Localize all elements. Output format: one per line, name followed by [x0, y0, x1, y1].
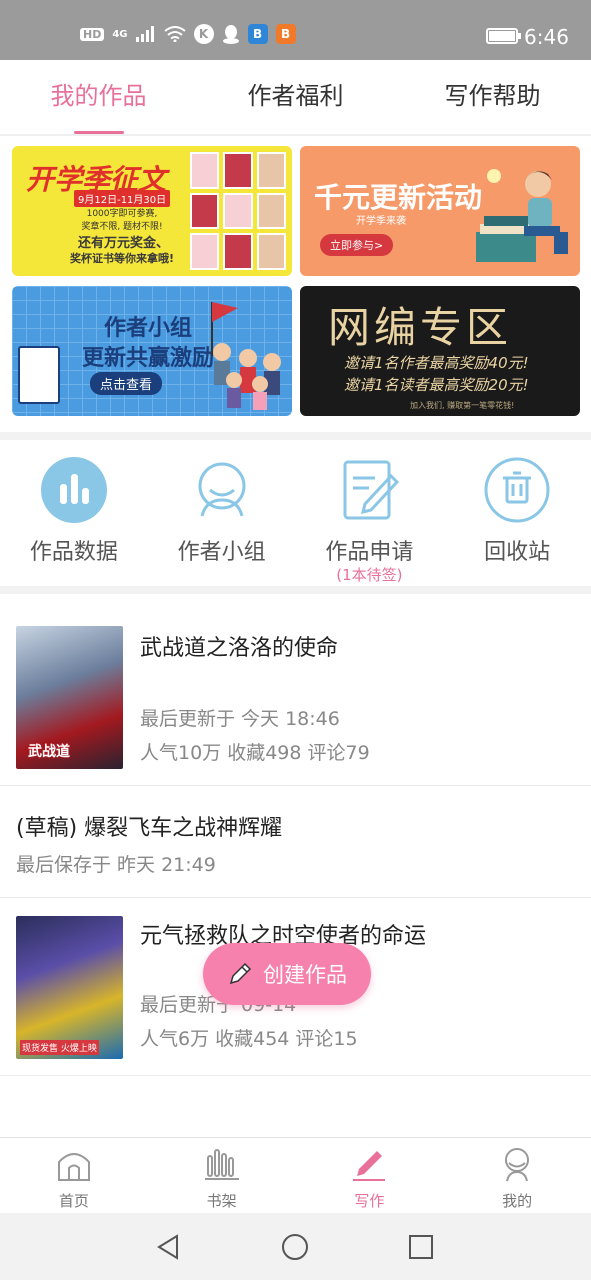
join-now-button[interactable]: 立即参与> [320, 234, 394, 256]
tab-writing-help[interactable]: 写作帮助 [394, 60, 591, 134]
banner-title: 千元更新活动 [314, 181, 483, 214]
checklist-illustration [18, 346, 60, 404]
section-divider [0, 586, 591, 594]
home-circle-icon[interactable] [281, 1233, 309, 1261]
bookshelf-icon [204, 1149, 239, 1180]
edit-document-icon [343, 460, 400, 520]
browser-app-icon: B [247, 24, 268, 44]
nav-label: 写作 [354, 1192, 385, 1210]
work-stats: 人气6万 收藏454 评论15 [140, 1028, 358, 1050]
photo [256, 192, 286, 230]
banner-rule-line: 1000字即可参赛, [86, 209, 158, 219]
banner-footer: 加入我们, 赚取第一笔零花钱! [410, 401, 515, 410]
nav-profile[interactable]: 我的 [443, 1138, 591, 1213]
quick-action-label: 作品数据 [29, 540, 118, 565]
banner-update-event[interactable]: 千元更新活动 开学季来袭 立即参与> [300, 146, 580, 276]
home-icon [57, 1153, 90, 1181]
photo [223, 192, 253, 230]
photo [190, 233, 220, 270]
status-indicators: HD 4G K B B [80, 24, 296, 44]
quick-action-label: 作品申请 [325, 540, 414, 565]
status-bar: HD 4G K B B 6:46 [0, 0, 591, 60]
photo [223, 152, 253, 189]
reading-person-illustration [476, 169, 568, 262]
nav-label: 我的 [502, 1192, 533, 1210]
pencil-icon [229, 962, 252, 985]
create-work-label: 创建作品 [263, 963, 347, 987]
work-stats: 人气10万 收藏498 评论79 [140, 742, 370, 764]
photo [256, 152, 286, 189]
quick-action-label: 作者小组 [177, 540, 266, 565]
recents-icon[interactable] [407, 1233, 435, 1261]
banner-subtitle: 开学季来袭 [356, 216, 406, 227]
banner-grid: 开学季征文 9月12日-11月30日 1000字即可参赛, 奖章不限, 题材不限… [12, 146, 580, 416]
k-app-icon: K [193, 24, 214, 44]
photo-collage [190, 152, 286, 270]
cover-title: 现货发售 火爆上映 [20, 1040, 99, 1055]
profile-icon [505, 1148, 530, 1182]
banner-reward-reader: 邀请1名读者最高奖励20元! [344, 376, 529, 394]
banner-date: 9月12日-11月30日 [74, 190, 171, 207]
video-app-icon: B [275, 24, 296, 44]
work-cover: 现货发售 火爆上映 [16, 916, 123, 1059]
work-updated: 最后更新于 今天 18:46 [140, 708, 340, 730]
quick-action-label: 回收站 [484, 540, 551, 565]
top-tabs: 我的作品 作者福利 写作帮助 [0, 60, 591, 136]
back-icon[interactable] [155, 1233, 183, 1261]
nav-home[interactable]: 首页 [0, 1138, 148, 1213]
quick-actions: 作品数据 作者小组 作品申请 (1本待签) 回收站 [0, 448, 591, 588]
banner-editor-zone[interactable]: 网编专区 邀请1名作者最高奖励40元! 邀请1名读者最高奖励20元! 加入我们,… [300, 286, 580, 416]
banner-author-group[interactable]: 作者小组 更新共赢激励 点击查看 [12, 286, 292, 416]
nav-label: 书架 [206, 1192, 237, 1210]
tab-author-benefits[interactable]: 作者福利 [197, 60, 394, 134]
photo [190, 152, 220, 189]
battery-icon [486, 28, 521, 44]
tab-my-works[interactable]: 我的作品 [0, 60, 197, 134]
quick-action-author-group[interactable]: 作者小组 [148, 448, 296, 588]
nav-label: 首页 [58, 1192, 89, 1210]
hd-indicator: HD [80, 27, 105, 41]
nav-write[interactable]: 写作 [296, 1138, 444, 1213]
view-details-button[interactable]: 点击查看 [90, 372, 163, 395]
banner-prize-sub: 奖杯证书等你来拿哦! [70, 252, 175, 265]
system-nav-bar [0, 1213, 591, 1280]
bottom-nav: 首页 书架 写作 我的 [0, 1137, 591, 1213]
work-title: (草稿) 爆裂飞车之战神辉耀 [16, 816, 283, 841]
pen-icon [353, 1151, 386, 1181]
nav-bookshelf[interactable]: 书架 [148, 1138, 296, 1213]
banner-prize: 还有万元奖金、 [78, 236, 170, 251]
clock: 6:46 [524, 25, 569, 49]
group-people-illustration [211, 302, 281, 410]
work-saved: 最后保存于 昨天 21:49 [16, 854, 216, 876]
quick-action-recycle-bin[interactable]: 回收站 [443, 448, 591, 588]
trash-icon [484, 457, 550, 523]
work-cover: 武战道 [16, 626, 123, 769]
photo [256, 233, 286, 270]
quick-action-work-application[interactable]: 作品申请 (1本待签) [296, 448, 444, 588]
work-item-draft[interactable]: (草稿) 爆裂飞车之战神辉耀 最后保存于 昨天 21:49 [0, 786, 591, 898]
network-type-indicator: 4G [112, 28, 128, 40]
banner-rules: 1000字即可参赛, 奖章不限, 题材不限! [72, 208, 172, 234]
bar-chart-icon [40, 457, 107, 523]
cover-title: 武战道 [28, 744, 70, 760]
wifi-icon [163, 26, 186, 42]
photo [190, 192, 220, 230]
section-divider [0, 432, 591, 440]
banner-back-to-school-contest[interactable]: 开学季征文 9月12日-11月30日 1000字即可参赛, 奖章不限, 题材不限… [12, 146, 292, 276]
quick-action-work-data[interactable]: 作品数据 [0, 448, 148, 588]
group-icon [198, 462, 246, 517]
photo [223, 233, 253, 270]
pending-sign-count: (1本待签) [336, 566, 403, 584]
qq-icon [222, 25, 239, 44]
banner-reward-author: 邀请1名作者最高奖励40元! [344, 354, 529, 372]
create-work-button[interactable]: 创建作品 [203, 943, 371, 1005]
work-item[interactable]: 武战道 武战道之洛洛的使命 最后更新于 今天 18:46 人气10万 收藏498… [0, 594, 591, 786]
banner-title: 网编专区 [328, 303, 513, 352]
work-title: 武战道之洛洛的使命 [140, 636, 339, 661]
signal-icon [135, 26, 154, 42]
